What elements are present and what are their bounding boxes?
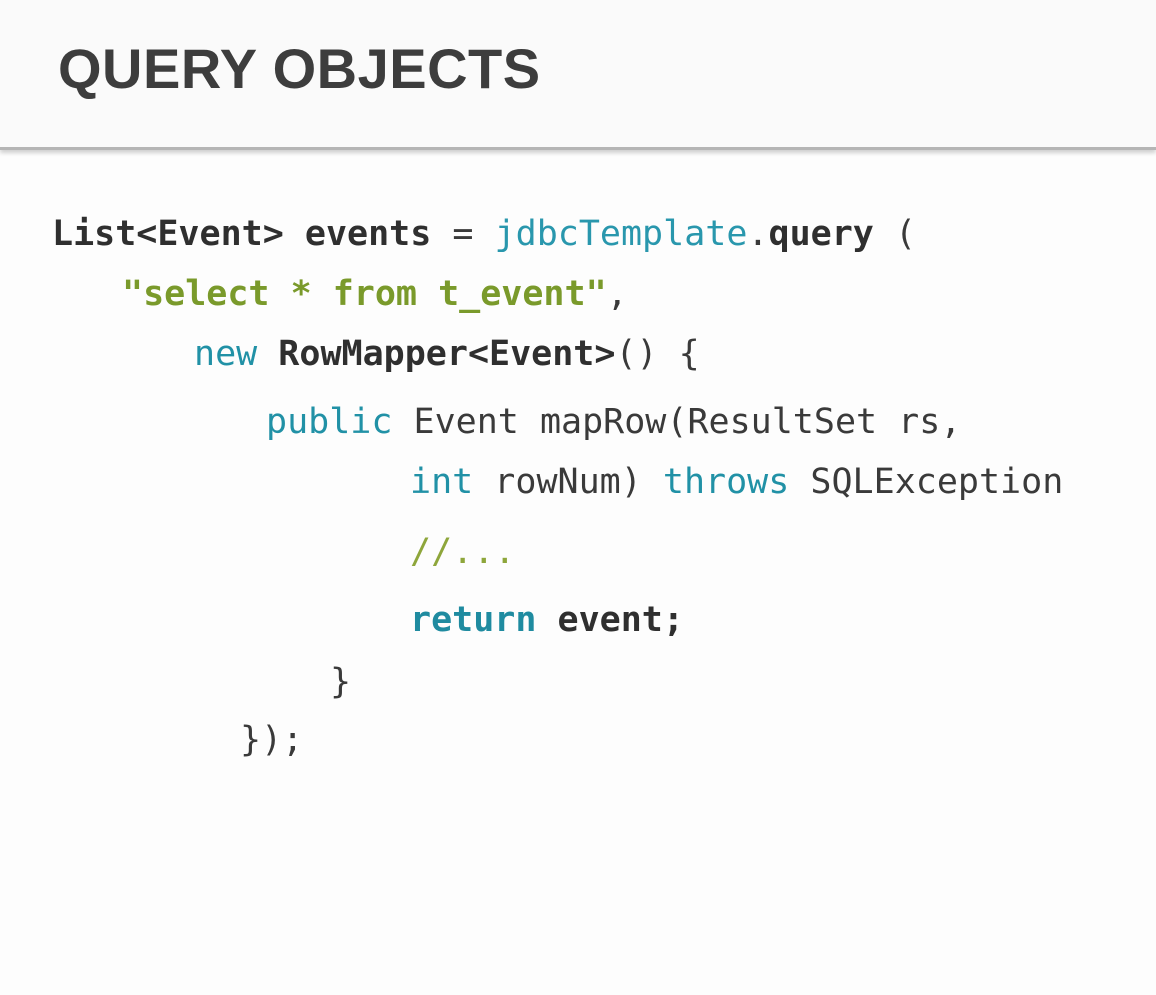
code-return-keyword: return — [410, 600, 537, 640]
code-dot: . — [747, 214, 769, 254]
code-closing: }); — [240, 720, 304, 760]
code-public-keyword: public — [266, 402, 393, 442]
code-exception: SQLException — [810, 462, 1064, 502]
slide: QUERY OBJECTS List<Event> events = jdbcT… — [0, 0, 1156, 995]
code-line-7: return event; — [410, 598, 684, 642]
code-line-2: "select * from t_event", — [122, 272, 628, 316]
code-line-1: List<Event> events = jdbcTemplate.query … — [52, 212, 916, 256]
code-var-name: events — [304, 214, 432, 254]
code-param: rowNum) — [494, 462, 642, 502]
code-line-5: int rowNum) throws SQLException — [410, 460, 1063, 504]
code-sql-string: "select * from t_event" — [122, 274, 607, 314]
code-comment: //... — [410, 532, 516, 572]
code-open-brace: () { — [615, 334, 700, 374]
code-line-4: public Event mapRow(ResultSet rs, — [266, 400, 961, 444]
code-class-name: RowMapper<Event> — [278, 334, 616, 374]
code-return-value: event; — [557, 600, 684, 640]
code-method: query — [768, 214, 874, 254]
code-throws-keyword: throws — [662, 462, 790, 502]
code-line-6: //... — [410, 530, 515, 574]
code-line-8: } — [330, 660, 351, 704]
code-int-keyword: int — [410, 462, 474, 502]
code-equals: = — [452, 214, 474, 254]
code-close-brace: } — [330, 662, 352, 702]
code-line-3: new RowMapper<Event>() { — [194, 332, 700, 376]
code-block: List<Event> events = jdbcTemplate.query … — [0, 0, 1156, 995]
code-type-name: List<Event> — [52, 214, 284, 254]
code-method-signature: Event mapRow(ResultSet rs, — [413, 402, 962, 442]
code-receiver: jdbcTemplate — [494, 214, 748, 254]
code-new-keyword: new — [194, 334, 258, 374]
code-open-paren: ( — [894, 214, 917, 254]
code-comma: , — [606, 274, 628, 314]
code-line-9: }); — [240, 718, 303, 762]
